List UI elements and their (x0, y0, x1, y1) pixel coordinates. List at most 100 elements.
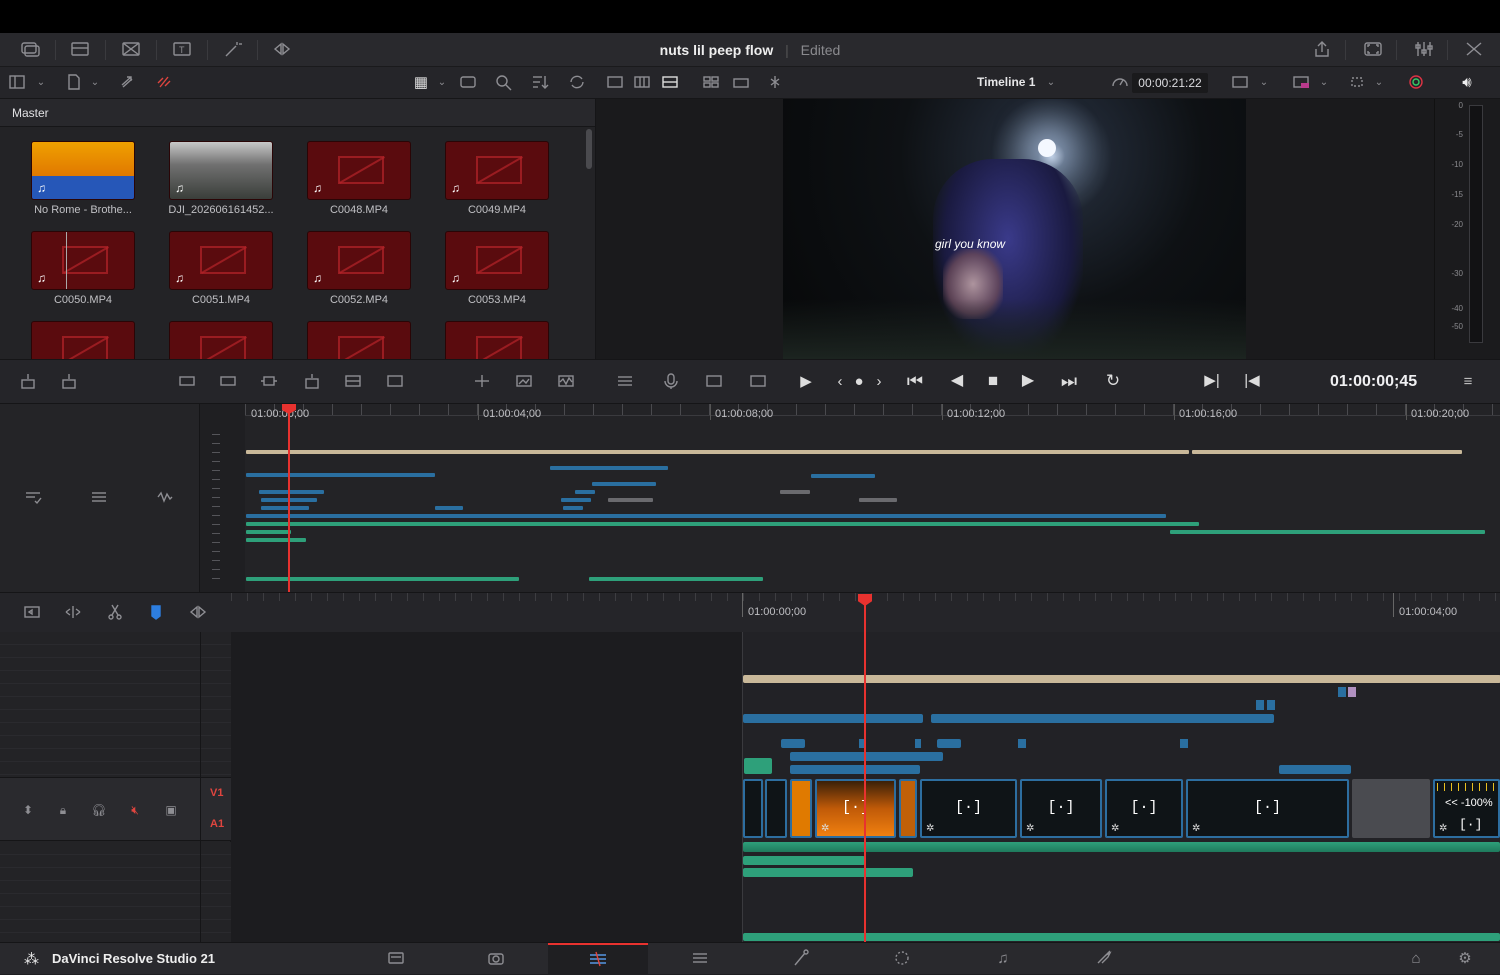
audio-insert-icon[interactable] (58, 372, 80, 392)
chevron-down-icon[interactable]: ⌄ (1313, 73, 1335, 93)
media-clip[interactable]: ♫ C0048.MP4 (294, 141, 412, 231)
lock-icon[interactable]: 🔒︎ (52, 800, 74, 820)
layout-icon[interactable] (730, 73, 752, 93)
collapse-icon[interactable]: ⬍ (17, 800, 39, 820)
fit-to-fill-icon[interactable] (258, 372, 280, 392)
chevron-down-icon[interactable]: ⌄ (1253, 73, 1275, 93)
upper-playhead[interactable] (288, 404, 290, 592)
media-clip[interactable]: ♫ C0052.MP4 (294, 231, 412, 321)
stop-icon[interactable]: ■ (982, 371, 1004, 391)
current-timecode[interactable]: 01:00:00;45 (1330, 373, 1417, 391)
append-icon[interactable] (342, 372, 364, 392)
media-page-icon[interactable] (385, 949, 407, 969)
track-checklist-icon[interactable] (22, 488, 44, 508)
video-clip[interactable] (790, 779, 812, 838)
audio-clip[interactable] (743, 933, 1500, 941)
blade-icon[interactable] (104, 603, 126, 623)
place-on-top-icon[interactable] (301, 372, 323, 392)
track-label-a1[interactable]: A1 (210, 818, 224, 830)
refresh-icon[interactable] (566, 73, 588, 93)
timeline-view-icon[interactable] (659, 73, 681, 93)
home-icon[interactable]: ⌂ (1405, 949, 1427, 969)
insert-icon[interactable] (17, 372, 39, 392)
overwrite-icon[interactable] (176, 372, 198, 392)
media-pool-scrollbar[interactable] (586, 129, 592, 169)
audio-clip[interactable] (743, 856, 865, 865)
source-timecode[interactable]: 00:00:21:22 (1132, 73, 1208, 93)
pin-icon[interactable] (764, 73, 786, 93)
media-clip[interactable] (156, 321, 274, 359)
microphone-icon[interactable] (660, 372, 682, 392)
timeline-name[interactable]: Timeline 1 (977, 75, 1035, 89)
video-clip[interactable] (743, 779, 763, 838)
play-clip-icon[interactable]: ▶ (795, 372, 817, 392)
filmstrip-icon[interactable] (631, 73, 653, 93)
zoom-icon[interactable] (513, 372, 535, 392)
film-icon[interactable]: ▣ (160, 800, 182, 820)
media-clip[interactable]: ♫ C0050.MP4 (18, 231, 136, 321)
poi-icon[interactable] (703, 372, 725, 392)
go-to-end-icon[interactable]: ⏭︎ (1058, 371, 1080, 391)
cut-page-icon[interactable] (485, 949, 507, 969)
flags-icon[interactable] (188, 603, 210, 623)
replace-icon[interactable] (217, 372, 239, 392)
video-clip[interactable]: [·] ✲ (1105, 779, 1183, 838)
share-icon[interactable] (1311, 40, 1333, 60)
track-height-icon[interactable] (88, 488, 110, 508)
next-icon[interactable]: › (868, 372, 890, 392)
grid-view-icon[interactable]: ▦ (410, 73, 432, 93)
color-page-icon[interactable] (790, 949, 812, 969)
image-wipe-icon[interactable] (604, 73, 626, 93)
metadata-icon[interactable] (457, 73, 479, 93)
headphones-icon[interactable]: 🎧︎ (88, 800, 110, 820)
media-clip[interactable]: ♫ DJI_202606161452... (156, 141, 274, 231)
poi-icon[interactable] (747, 372, 769, 392)
mark-out-icon[interactable]: |◀ (1241, 371, 1263, 391)
panel-toggle-icon[interactable] (6, 73, 28, 93)
mixer-icon[interactable] (1413, 40, 1435, 60)
video-clip[interactable]: [·] ✲ (1020, 779, 1102, 838)
deliver-page-icon[interactable] (1093, 949, 1115, 969)
media-clip[interactable] (432, 321, 550, 359)
fusion-page-icon[interactable] (689, 949, 711, 969)
speaker-icon[interactable]: 🔊︎ (1456, 73, 1478, 93)
media-clip[interactable]: ♫ C0053.MP4 (432, 231, 550, 321)
waveform-icon[interactable] (555, 372, 577, 392)
upper-timeline-tracks[interactable]: 01:00:00;00 01:00:04;00 01:00:08;00 01:0… (245, 404, 1500, 592)
search-icon[interactable] (493, 73, 515, 93)
media-clip[interactable]: ♫ C0051.MP4 (156, 231, 274, 321)
media-clip[interactable]: ♫ C0049.MP4 (432, 141, 550, 231)
trim-mode-icon[interactable] (62, 603, 84, 623)
bin-label[interactable]: Master (12, 106, 49, 120)
multicam-icon[interactable] (700, 73, 722, 93)
fullscreen-icon[interactable] (1362, 40, 1384, 60)
video-clip[interactable]: [·] ✲ (920, 779, 1017, 838)
video-clip[interactable]: << -100% [·] ✲ (1433, 779, 1500, 838)
mute-icon[interactable]: 🔇︎ (124, 800, 146, 820)
audio-waveform-toggle-icon[interactable] (154, 488, 176, 508)
edit-page-icon[interactable] (587, 949, 609, 969)
chevron-down-icon[interactable]: ⌄ (84, 73, 106, 93)
menu-icon[interactable]: ≡ (1457, 372, 1479, 392)
chevron-down-icon[interactable]: ⌄ (1040, 73, 1062, 93)
loop-icon[interactable]: ↻ (1102, 371, 1124, 391)
viewer-size-icon[interactable] (1229, 73, 1251, 93)
go-to-start-icon[interactable]: ⏮︎ (904, 371, 926, 391)
close-up-icon[interactable] (471, 372, 493, 392)
marker-icon[interactable] (145, 603, 167, 623)
mark-in-icon[interactable]: ▶| (1201, 371, 1223, 391)
import-media-icon[interactable] (63, 73, 85, 93)
chevron-down-icon[interactable]: ⌄ (431, 73, 453, 93)
fairlight-page-icon[interactable] (891, 949, 913, 969)
media-clip[interactable] (18, 321, 136, 359)
upper-ruler[interactable] (245, 404, 1500, 416)
video-clip[interactable]: [·] ✲ (815, 779, 896, 838)
color-viewer-icon[interactable] (1405, 73, 1427, 93)
unlink-icon[interactable] (153, 73, 175, 93)
sort-icon[interactable] (529, 73, 551, 93)
jog-dot-icon[interactable]: ● (848, 372, 870, 392)
play-icon[interactable]: ▶ (1017, 371, 1039, 391)
track-label-v1[interactable]: V1 (210, 787, 223, 799)
audio-waveform[interactable] (743, 842, 1500, 852)
reverse-icon[interactable]: ◀ (946, 371, 968, 391)
